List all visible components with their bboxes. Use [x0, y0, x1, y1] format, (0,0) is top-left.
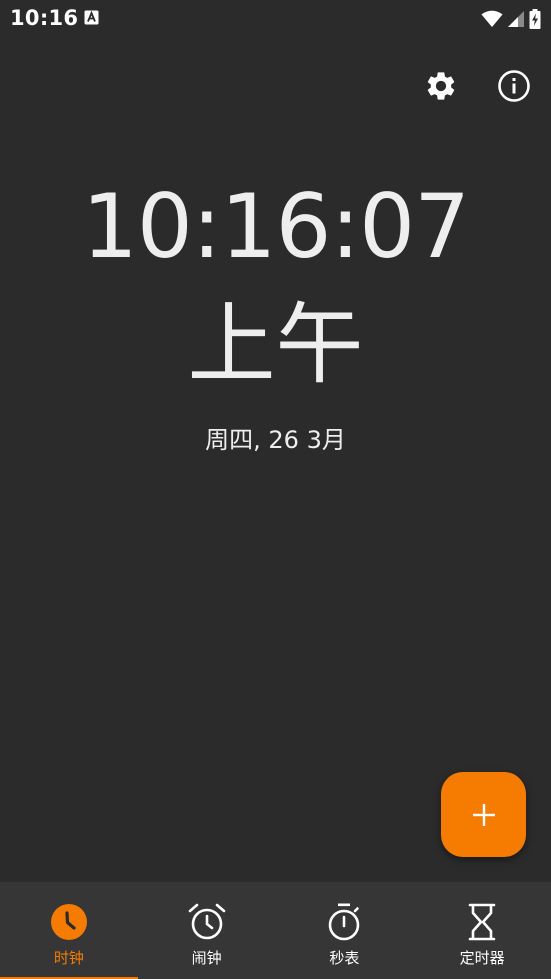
stopwatch-icon — [324, 902, 364, 942]
nav-label-stopwatch: 秒表 — [329, 949, 360, 967]
nav-item-timer[interactable]: 定时器 — [413, 882, 551, 979]
nav-item-clock[interactable]: 时钟 — [0, 882, 138, 979]
bottom-nav: 时钟 闹钟 秒表 定时器 — [0, 882, 551, 979]
clock-screen: 10:16 10:16:07 上午 周四, 26 3月 时钟 闹钟 秒表 定时器 — [0, 0, 551, 979]
alarm-icon — [187, 902, 227, 942]
hourglass-icon — [462, 902, 502, 942]
clock-time: 10:16:07 上午 — [30, 168, 521, 404]
gear-icon — [427, 72, 455, 100]
notification-a-icon — [84, 10, 99, 25]
nav-item-alarm[interactable]: 闹钟 — [138, 882, 276, 979]
wifi-icon — [481, 10, 503, 27]
add-city-button[interactable] — [441, 772, 526, 857]
nav-label-alarm: 闹钟 — [191, 949, 222, 967]
info-button[interactable] — [494, 66, 534, 106]
status-time: 10:16 — [10, 6, 79, 30]
signal-icon — [508, 11, 524, 27]
status-icons — [481, 8, 541, 30]
clock-date: 周四, 26 3月 — [205, 426, 346, 454]
nav-label-clock: 时钟 — [53, 949, 84, 967]
clock-ampm: 上午 — [187, 293, 364, 396]
info-icon — [498, 70, 530, 102]
settings-button[interactable] — [421, 66, 461, 106]
nav-item-stopwatch[interactable]: 秒表 — [276, 882, 414, 979]
nav-label-timer: 定时器 — [459, 949, 505, 967]
status-bar: 10:16 — [0, 0, 551, 38]
clock-time-value: 10:16:07 — [81, 175, 470, 278]
plus-icon — [472, 803, 495, 826]
clock-icon — [49, 902, 89, 942]
battery-charging-icon — [529, 9, 541, 29]
